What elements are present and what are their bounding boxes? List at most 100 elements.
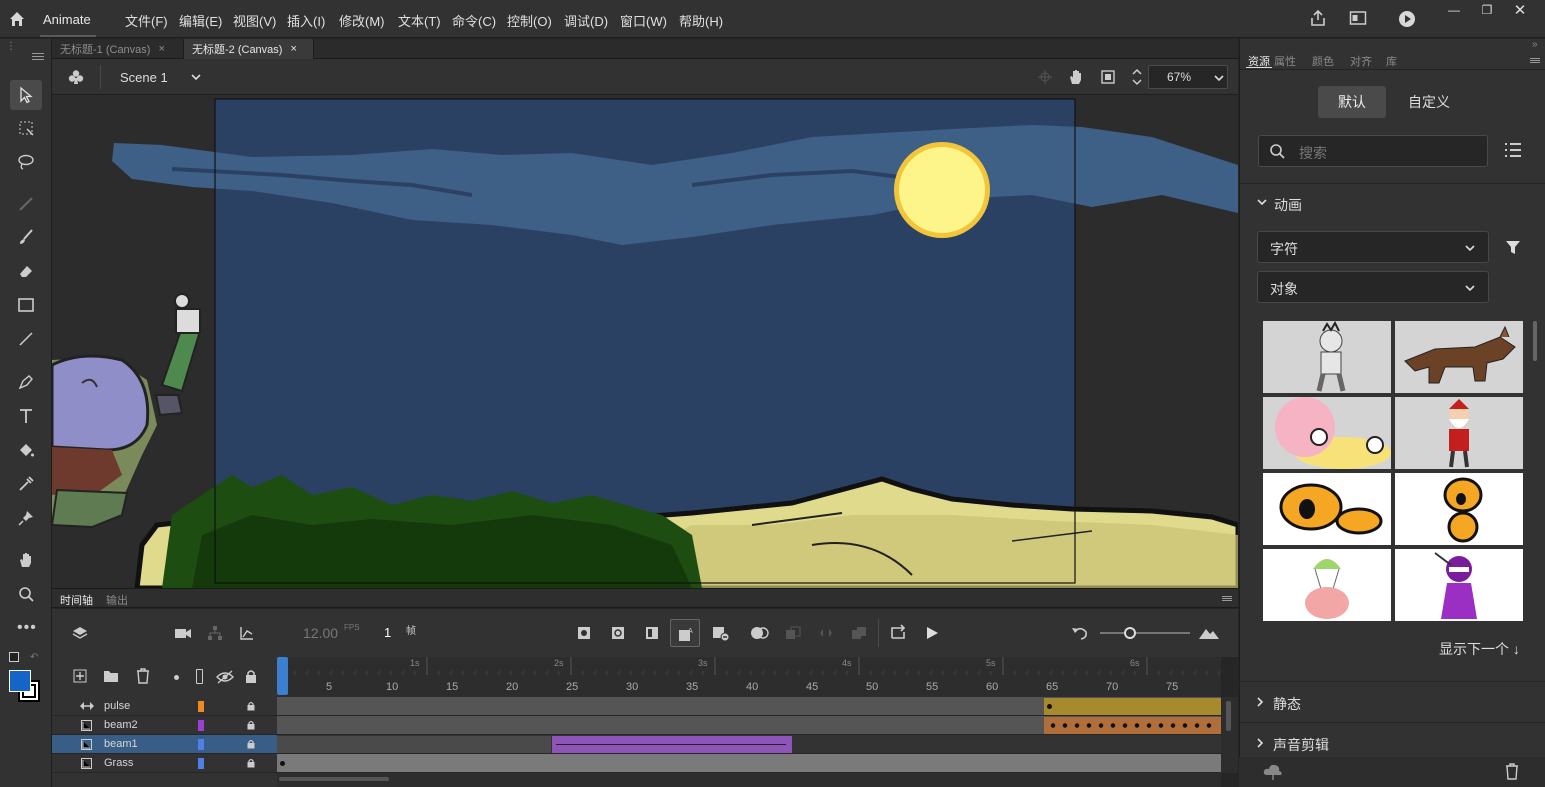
- search-input[interactable]: 搜索: [1258, 135, 1488, 167]
- keyframes[interactable]: [1047, 723, 1217, 728]
- asset-thumb-pig[interactable]: [1263, 549, 1391, 621]
- frames-pulse[interactable]: [277, 697, 1221, 716]
- new-folder-icon[interactable]: [103, 669, 119, 683]
- trash-icon[interactable]: [1505, 762, 1519, 780]
- current-frame[interactable]: 1: [384, 625, 391, 640]
- lock-icon[interactable]: [247, 720, 255, 730]
- close-window-icon[interactable]: ✕: [1503, 0, 1537, 20]
- pin-tool[interactable]: [10, 503, 42, 533]
- edit-multiple-icon[interactable]: [785, 626, 801, 640]
- fps-value[interactable]: 12.00: [303, 625, 338, 641]
- zoom-tool[interactable]: [10, 579, 42, 609]
- menu-file[interactable]: 文件(F): [125, 11, 168, 30]
- workspace-icon[interactable]: [1349, 10, 1367, 26]
- test-movie-icon[interactable]: [1397, 9, 1417, 29]
- layer-color-swatch[interactable]: [198, 739, 204, 750]
- highlight-layers-icon[interactable]: [174, 675, 179, 680]
- panel-grip-icon[interactable]: ⋮: [6, 41, 16, 52]
- asset-thumb-snail[interactable]: [1263, 397, 1391, 469]
- chevron-down-icon[interactable]: [1213, 73, 1225, 83]
- keyframe[interactable]: [280, 761, 285, 766]
- tab-align[interactable]: 对齐: [1350, 53, 1372, 69]
- menu-window[interactable]: 窗口(W): [620, 11, 667, 30]
- brush-tool[interactable]: [10, 222, 42, 252]
- rotate-stage-icon[interactable]: [1067, 68, 1085, 86]
- zoom-slider-track[interactable]: [1100, 632, 1190, 634]
- clip-stage-icon[interactable]: [1100, 69, 1116, 85]
- close-tab-icon[interactable]: ×: [158, 43, 164, 55]
- object-dropdown[interactable]: 对象: [1257, 271, 1489, 303]
- tab-timeline[interactable]: 时间轴: [60, 592, 93, 608]
- lock-all-icon[interactable]: [245, 669, 257, 684]
- asset-thumb-dog-lying[interactable]: [1263, 473, 1391, 545]
- tab-untitled-1[interactable]: 无标题-1 (Canvas) ×: [52, 39, 184, 59]
- timeline-h-scrollbar[interactable]: [277, 773, 1221, 787]
- tween-span[interactable]: [1044, 698, 1221, 715]
- show-next-link[interactable]: 显示下一个 ↓: [1439, 639, 1520, 659]
- layer-row-beam2[interactable]: beam2: [52, 716, 277, 735]
- layer-color-swatch[interactable]: [198, 701, 204, 712]
- zoom-field[interactable]: 67%: [1148, 65, 1228, 89]
- camera-icon[interactable]: [174, 626, 192, 640]
- layer-row-beam1[interactable]: beam1: [52, 735, 277, 754]
- paint-bucket-tool[interactable]: [10, 435, 42, 465]
- tab-output[interactable]: 输出: [106, 592, 128, 608]
- chevron-down-icon[interactable]: [190, 72, 202, 82]
- section-static[interactable]: 静态: [1239, 681, 1545, 721]
- restore-icon[interactable]: ❐: [1470, 0, 1504, 20]
- rectangle-tool[interactable]: [10, 290, 42, 320]
- layer-row-pulse[interactable]: pulse: [52, 697, 277, 716]
- keyframe[interactable]: [1047, 704, 1052, 709]
- layers-icon[interactable]: [71, 625, 89, 641]
- default-colors-icon[interactable]: [9, 652, 19, 662]
- fit-stage-icon[interactable]: [1131, 67, 1143, 87]
- asset-thumb-ninja[interactable]: [1395, 549, 1523, 621]
- lock-icon[interactable]: [247, 758, 255, 768]
- default-toggle[interactable]: 默认: [1318, 86, 1386, 118]
- panel-menu-icon[interactable]: [1530, 58, 1540, 59]
- remove-frame-icon[interactable]: [712, 626, 730, 642]
- lasso-tool[interactable]: [10, 147, 42, 177]
- scene-name[interactable]: Scene 1: [120, 70, 168, 85]
- layer-row-grass[interactable]: Grass: [52, 754, 277, 773]
- menu-view[interactable]: 视图(V): [233, 11, 276, 30]
- loop-playback-icon[interactable]: [889, 624, 907, 642]
- menu-modify[interactable]: 修改(M): [339, 11, 385, 30]
- lock-icon[interactable]: [247, 739, 255, 749]
- more-tools-icon[interactable]: •••: [17, 619, 37, 637]
- menu-text[interactable]: 文本(T): [398, 11, 441, 30]
- tab-untitled-2[interactable]: 无标题-2 (Canvas) ×: [184, 39, 314, 59]
- thumbs-scrollbar[interactable]: [1533, 321, 1537, 361]
- menu-commands[interactable]: 命令(C): [452, 11, 496, 30]
- menu-edit[interactable]: 编辑(E): [179, 11, 222, 30]
- asset-thumb-wolf[interactable]: [1395, 321, 1523, 393]
- asset-thumb-mummy[interactable]: [1263, 321, 1391, 393]
- menu-control[interactable]: 控制(O): [507, 11, 552, 30]
- frames-beam2[interactable]: [277, 716, 1221, 735]
- insert-frame-icon[interactable]: [645, 626, 659, 640]
- timeline-scrollbar[interactable]: [1221, 697, 1238, 773]
- swap-colors-icon[interactable]: ↶: [30, 652, 38, 663]
- fill-color[interactable]: [9, 670, 31, 692]
- playhead[interactable]: [277, 657, 288, 695]
- parenting-icon[interactable]: [207, 625, 223, 641]
- asset-thumb-dog-sitting[interactable]: [1395, 473, 1523, 545]
- panel-menu-icon[interactable]: [32, 53, 44, 54]
- layer-color-swatch[interactable]: [198, 720, 204, 731]
- auto-keyframe-button[interactable]: A: [670, 619, 700, 647]
- delete-layer-icon[interactable]: [136, 668, 150, 684]
- free-transform-tool[interactable]: [10, 113, 42, 143]
- center-stage-icon[interactable]: [1037, 69, 1053, 85]
- list-view-icon[interactable]: [1504, 142, 1522, 158]
- lock-icon[interactable]: [247, 701, 255, 711]
- share-icon[interactable]: [1309, 9, 1327, 27]
- character-dropdown[interactable]: 字符: [1257, 231, 1489, 263]
- close-tab-icon[interactable]: ×: [290, 43, 296, 55]
- loop-icon[interactable]: [818, 626, 834, 640]
- collapse-icon[interactable]: »: [1532, 39, 1538, 50]
- eyedropper-tool[interactable]: [10, 469, 42, 499]
- outline-layers-icon[interactable]: [196, 669, 203, 684]
- menu-insert[interactable]: 插入(I): [287, 11, 325, 30]
- section-sound[interactable]: 声音剪辑: [1239, 722, 1545, 762]
- tab-properties[interactable]: 属性: [1274, 53, 1296, 69]
